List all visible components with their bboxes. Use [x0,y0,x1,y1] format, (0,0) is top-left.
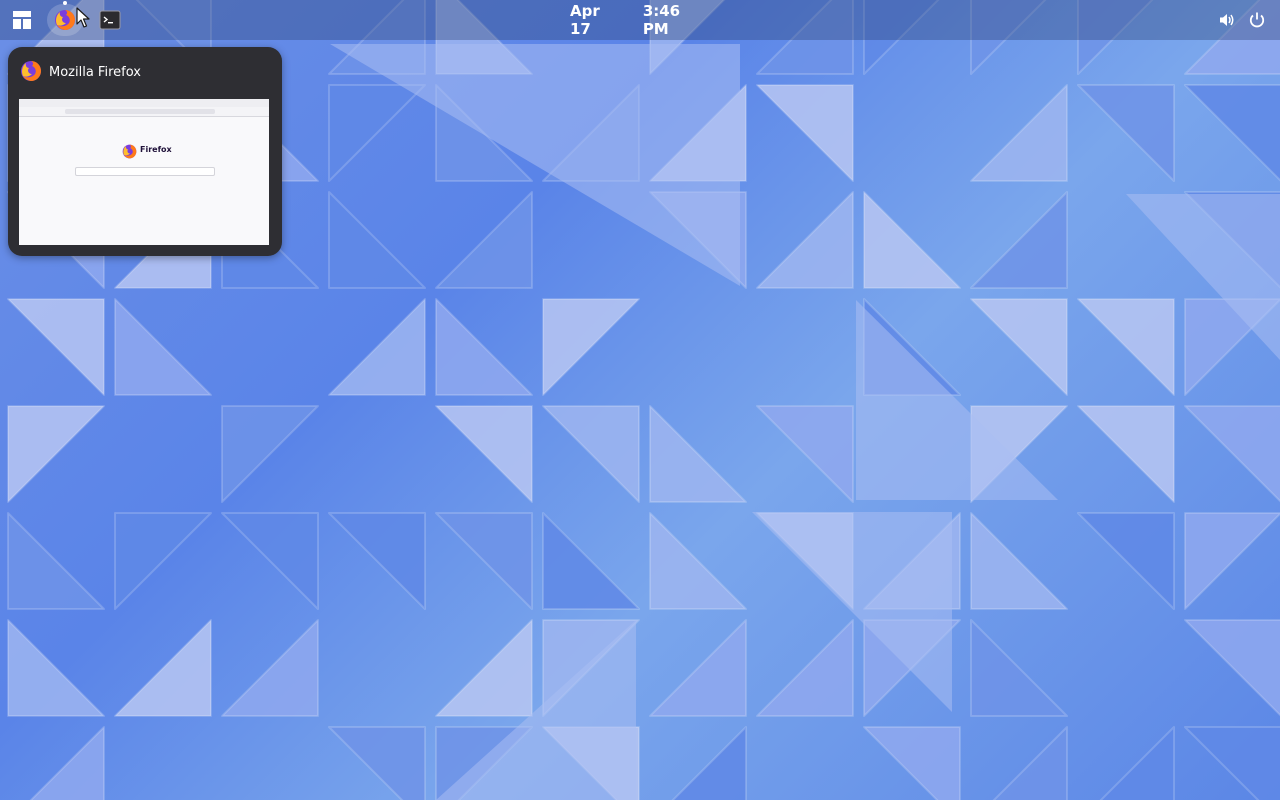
clock-button[interactable]: Apr 17 3:46 PM [570,2,710,38]
wallpaper-shape [970,84,1068,182]
wallpaper-shape [1099,726,1175,800]
running-indicator [63,1,67,5]
wallpaper-shape [29,726,105,800]
wallpaper-shape [1184,84,1280,182]
thumbnail-url-bar [65,109,215,114]
wallpaper-shape [863,726,961,800]
wallpaper-shape [1077,84,1175,182]
wallpaper-shape [671,726,747,800]
wallpaper-shape [1077,512,1175,610]
wallpaper-shape [114,512,212,610]
window-preview-title: Mozilla Firefox [49,65,141,80]
wallpaper-shape [435,619,533,717]
wallpaper-shape [649,619,747,717]
window-preview-popup[interactable]: Mozilla Firefox Firefox [8,47,282,256]
wallpaper-shape [1184,619,1280,717]
wallpaper-shape [330,44,740,286]
wallpaper-shape [435,512,533,610]
wallpaper-shape [1184,405,1280,503]
wallpaper-shape [114,298,212,396]
power-icon [1249,12,1265,28]
wallpaper-shape [970,512,1068,610]
wallpaper-shape [649,405,747,503]
wallpaper-shape [435,298,533,396]
wallpaper-shape [435,405,533,503]
wallpaper-shape [7,405,105,503]
wallpaper-shape [756,84,854,182]
firefox-icon [21,61,41,81]
wallpaper-shape [328,84,426,182]
wallpaper-shape [1077,298,1175,396]
terminal-icon [99,10,121,30]
wallpaper-shape [542,298,640,396]
wallpaper-shape [221,619,319,717]
wallpaper-shape [1184,512,1280,610]
wallpaper-shape [970,191,1068,289]
wallpaper-shape [221,512,319,610]
wallpaper-shape [542,405,640,503]
wallpaper-shape [542,512,640,610]
top-bar: Apr 17 3:46 PM [0,0,1280,40]
wallpaper-shape [7,298,105,396]
wallpaper-shape [863,191,961,289]
wallpaper-shape [435,191,533,289]
wallpaper-shape [1077,405,1175,503]
clock-time: 3:46 PM [642,2,681,38]
activities-grid-icon [13,11,31,29]
wallpaper-shape [114,619,212,717]
thumbnail-brand-text: Firefox [140,145,172,154]
thumbnail-search-box [75,167,215,176]
firefox-logo-icon [122,144,137,159]
wallpaper-shape [7,619,105,717]
wallpaper-shape [970,619,1068,717]
wallpaper-shape [756,191,854,289]
wallpaper-shape [756,619,854,717]
wallpaper-shape [756,405,854,503]
wallpaper-shape [649,512,747,610]
power-button[interactable] [1242,4,1272,36]
wallpaper-shape [992,726,1068,800]
wallpaper-shape [7,512,105,610]
volume-icon [1220,14,1234,26]
wallpaper-shape [221,405,319,503]
wallpaper-shape [328,726,426,800]
terminal-launcher[interactable] [92,4,128,36]
wallpaper-shape [1184,726,1280,800]
firefox-icon [55,10,75,30]
wallpaper-shape [328,191,426,289]
volume-button[interactable] [1212,4,1242,36]
mouse-pointer-icon [76,7,90,28]
wallpaper-shape [970,298,1068,396]
thumbnail-tab-strip [19,99,269,107]
clock-date: Apr 17 [570,2,600,38]
window-thumbnail[interactable]: Firefox [19,99,269,245]
desktop[interactable]: Apr 17 3:46 PM Mozilla Firefox Firefox [0,0,1280,800]
wallpaper-shape [328,512,426,610]
wallpaper-shape [328,298,426,396]
activities-button[interactable] [4,4,40,36]
